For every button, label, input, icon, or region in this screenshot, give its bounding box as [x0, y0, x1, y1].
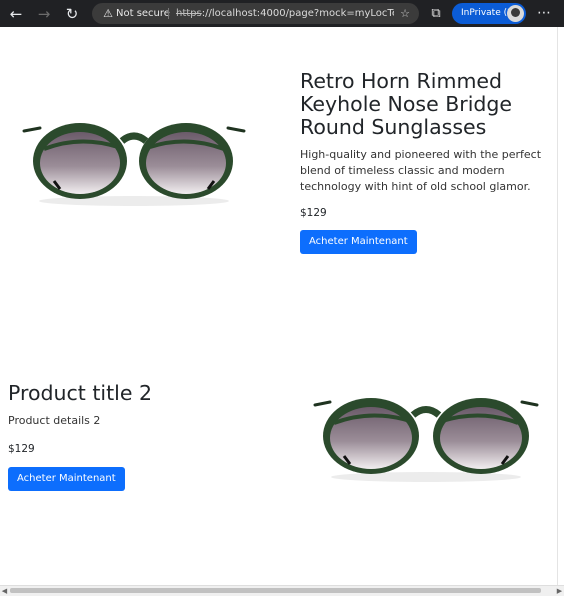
buy-now-button[interactable]: Acheter Maintenant [8, 467, 125, 491]
scrollbar-thumb[interactable] [10, 588, 541, 593]
address-bar[interactable]: ⚠ Not secure https://localhost:4000/page… [92, 3, 419, 24]
url-text[interactable]: https://localhost:4000/page?mock=myLocTe… [176, 3, 394, 24]
browser-toolbar: ← → ↻ ⚠ Not secure https://localhost:400… [0, 0, 564, 27]
profile-avatar-icon [507, 5, 524, 22]
product-price: $129 [8, 443, 35, 455]
url-scheme: https [176, 8, 202, 19]
address-divider [168, 8, 169, 19]
sunglasses-image [22, 123, 246, 206]
forward-arrow-icon[interactable]: → [34, 4, 54, 24]
back-arrow-icon[interactable]: ← [6, 4, 26, 24]
product-description: Product details 2 [8, 414, 101, 427]
product-image [312, 393, 540, 489]
product-price: $129 [300, 207, 327, 219]
product-title: Retro Horn Rimmed Keyhole Nose Bridge Ro… [300, 69, 513, 139]
inprivate-button[interactable]: InPrivate (2) [452, 3, 526, 24]
more-options-icon[interactable]: ⋯ [535, 4, 553, 24]
warning-icon[interactable]: ⚠ [101, 3, 115, 24]
vertical-scrollbar[interactable] [557, 27, 564, 585]
favorite-star-icon[interactable]: ☆ [398, 3, 412, 24]
url-rest: ://localhost:4000/page?mock=myLocTestPag… [201, 8, 394, 19]
product-description: High-quality and pioneered with the perf… [300, 148, 542, 193]
collections-icon[interactable]: ⧉ [427, 4, 445, 24]
product-title: Product title 2 [8, 381, 152, 405]
product-image [22, 119, 246, 214]
buy-now-button[interactable]: Acheter Maintenant [300, 230, 417, 254]
refresh-icon[interactable]: ↻ [62, 4, 82, 24]
product-card-1: Retro Horn Rimmed Keyhole Nose Bridge Ro… [300, 70, 552, 254]
page-content: Retro Horn Rimmed Keyhole Nose Bridge Ro… [0, 27, 558, 585]
product-card-2: Product title 2 Product details 2 $129 A… [8, 382, 268, 491]
security-label[interactable]: Not secure [116, 3, 170, 24]
horizontal-scrollbar[interactable]: ◀ ▶ [0, 585, 564, 596]
sunglasses-image [313, 398, 539, 482]
